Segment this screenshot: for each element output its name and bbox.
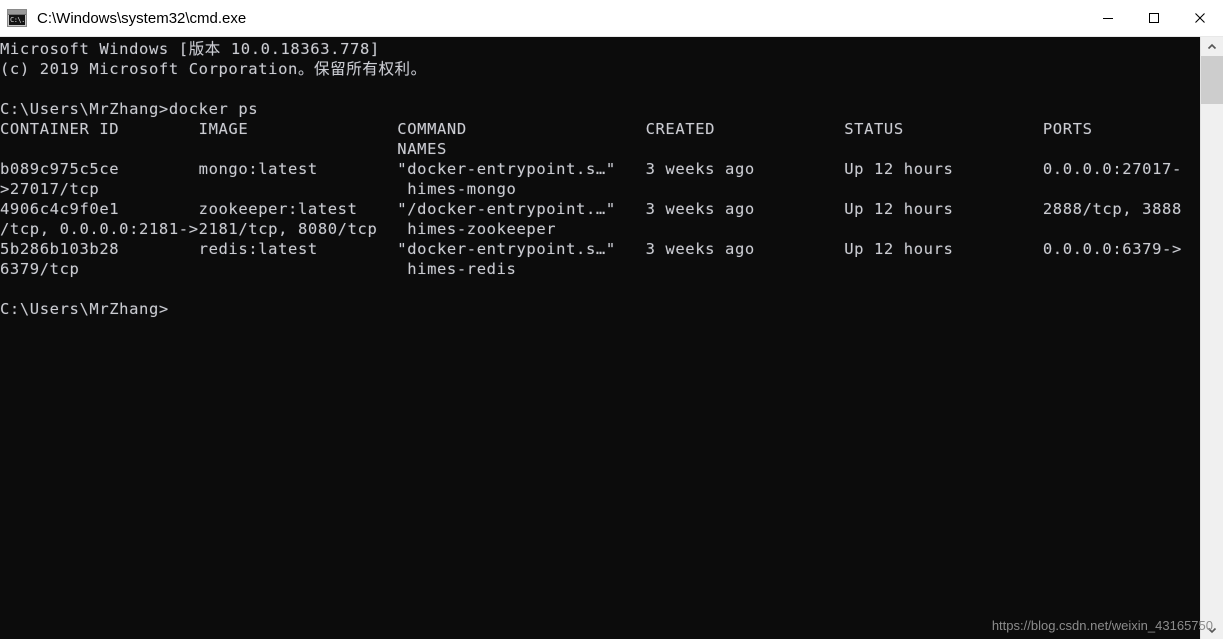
console-text: Microsoft Windows [版本 10.0.18363.778] (c… — [0, 40, 1182, 318]
window-controls — [1085, 0, 1223, 37]
cmd-icon-screen: C:\. — [9, 15, 25, 25]
scrollbar-track[interactable] — [1201, 56, 1223, 620]
watermark: https://blog.csdn.net/weixin_43165750 — [991, 618, 1213, 633]
title-bar[interactable]: C:\. C:\Windows\system32\cmd.exe — [0, 0, 1223, 37]
cmd-icon: C:\. — [7, 9, 27, 27]
maximize-button[interactable] — [1131, 0, 1177, 37]
scroll-up-arrow-icon[interactable] — [1201, 37, 1223, 56]
window-title: C:\Windows\system32\cmd.exe — [37, 9, 247, 27]
vertical-scrollbar[interactable] — [1200, 37, 1223, 639]
title-bar-left: C:\. C:\Windows\system32\cmd.exe — [0, 9, 1085, 27]
minimize-button[interactable] — [1085, 0, 1131, 37]
cmd-window: C:\. C:\Windows\system32\cmd.exe Microso… — [0, 0, 1223, 639]
close-button[interactable] — [1177, 0, 1223, 37]
scrollbar-thumb[interactable] — [1201, 56, 1223, 104]
console-output-area[interactable]: Microsoft Windows [版本 10.0.18363.778] (c… — [0, 37, 1200, 639]
